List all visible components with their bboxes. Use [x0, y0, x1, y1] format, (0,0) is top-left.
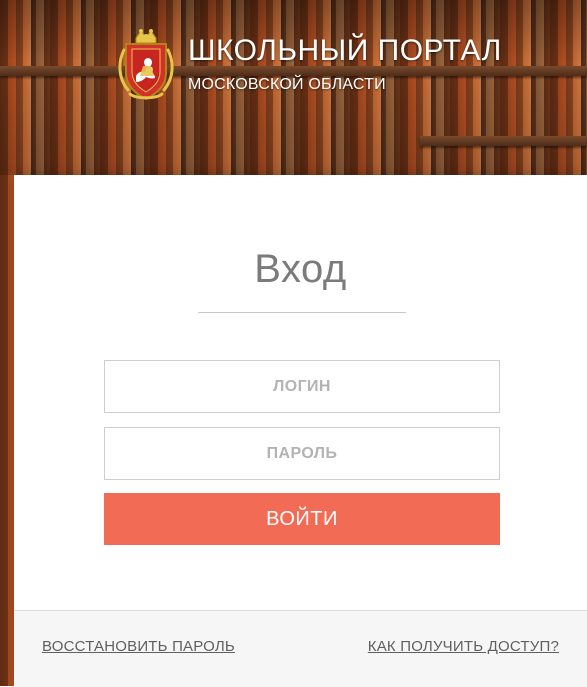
login-title: Вход — [254, 247, 347, 291]
login-form: Вход ВОЙТИ — [14, 175, 587, 605]
login-button[interactable]: ВОЙТИ — [104, 493, 500, 545]
brand-subtitle: МОСКОВСКОЙ ОБЛАСТИ — [188, 76, 386, 93]
login-field — [104, 360, 500, 413]
login-card: Вход ВОЙТИ ВОССТАНОВИТЬ ПАРОЛЬ КАК ПОЛУЧ… — [14, 175, 587, 687]
brand-header: ШКОЛЬНЫЙ ПОРТАЛ МОСКОВСКОЙ ОБЛАСТИ — [118, 28, 502, 102]
get-access-link[interactable]: КАК ПОЛУЧИТЬ ДОСТУП? — [368, 638, 559, 655]
password-input[interactable] — [105, 428, 499, 479]
login-footer: ВОССТАНОВИТЬ ПАРОЛЬ КАК ПОЛУЧИТЬ ДОСТУП? — [14, 610, 587, 687]
restore-password-link[interactable]: ВОССТАНОВИТЬ ПАРОЛЬ — [42, 638, 235, 655]
bookshelf-shelf — [420, 136, 587, 146]
login-input[interactable] — [105, 361, 499, 412]
login-button-label: ВОЙТИ — [266, 507, 338, 530]
moscow-region-coat-of-arms-icon — [118, 28, 174, 102]
title-divider — [198, 312, 406, 313]
password-field — [104, 427, 500, 480]
brand-text: ШКОЛЬНЫЙ ПОРТАЛ МОСКОВСКОЙ ОБЛАСТИ — [188, 34, 502, 96]
brand-title: ШКОЛЬНЫЙ ПОРТАЛ — [188, 34, 502, 67]
